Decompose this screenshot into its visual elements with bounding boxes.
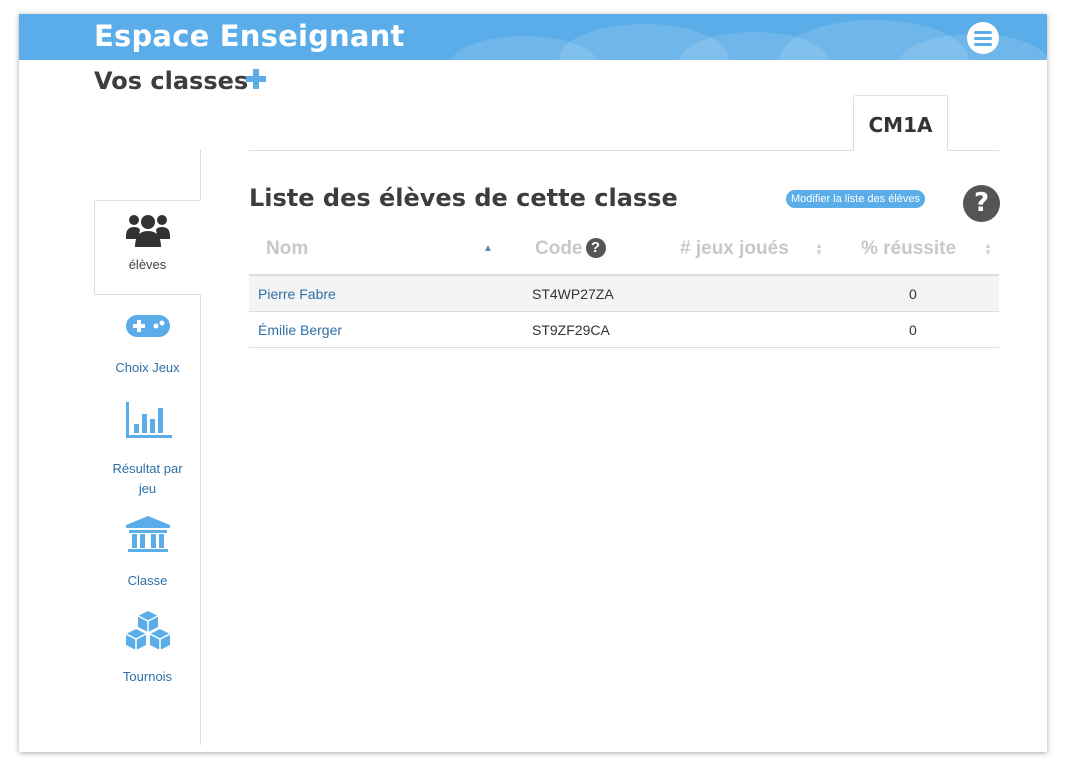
table-header: Nom ▲ Code? # jeux joués ▲ ▼ % réussite ▲…	[249, 233, 999, 276]
sort-ascending-icon[interactable]: ▲	[483, 243, 493, 254]
app-window: Espace Enseignant Vos classes CM1A élève…	[19, 14, 1047, 752]
bar-chart-icon	[125, 402, 172, 438]
student-success-rate: 0	[909, 322, 917, 338]
institution-icon	[125, 516, 170, 552]
student-code: ST4WP27ZA	[532, 286, 614, 302]
sidebar-item-label: Tournois	[122, 669, 173, 684]
sidebar-item-classe[interactable]: Classe	[94, 515, 201, 591]
sidebar-item-tournois[interactable]: Tournois	[94, 609, 201, 687]
cubes-icon	[125, 611, 170, 650]
sidebar-item-eleves[interactable]: élèves	[94, 200, 201, 295]
sidebar-item-label: Classe	[127, 573, 168, 588]
student-name-link[interactable]: Pierre Fabre	[258, 286, 336, 302]
student-success-rate: 0	[909, 286, 917, 302]
sidebar-item-label: Choix Jeux	[115, 360, 180, 375]
users-icon	[125, 215, 170, 247]
column-header-label: Code	[535, 238, 583, 259]
classes-heading: Vos classes	[94, 67, 249, 95]
sidebar-item-label: Résultat par jeu	[112, 461, 183, 496]
header-bar: Espace Enseignant	[19, 14, 1047, 60]
question-circle-icon[interactable]: ?	[585, 238, 606, 258]
column-header-reussite[interactable]: % réussite	[861, 238, 956, 260]
column-header-jeux-joues[interactable]: # jeux joués	[680, 238, 789, 260]
tab-class-cm1a[interactable]: CM1A	[853, 95, 948, 151]
sidebar-item-resultat-par-jeu[interactable]: Résultat par jeu	[94, 400, 201, 499]
hamburger-menu-icon[interactable]	[967, 22, 999, 54]
column-header-code[interactable]: Code?	[535, 238, 606, 260]
student-list-title: Liste des élèves de cette classe	[249, 184, 678, 212]
sidebar-item-choix-jeux[interactable]: Choix Jeux	[94, 311, 201, 378]
sort-icon[interactable]: ▲ ▼	[815, 242, 823, 257]
gamepad-icon	[125, 315, 170, 337]
app-title: Espace Enseignant	[94, 19, 405, 53]
table-row: Émilie Berger ST9ZF29CA 0	[249, 312, 999, 348]
table-row: Pierre Fabre ST4WP27ZA 0	[249, 276, 999, 312]
column-header-nom[interactable]: Nom	[266, 238, 308, 260]
edit-student-list-button[interactable]: Modifier la liste des élèves	[786, 190, 926, 208]
student-name-link[interactable]: Émilie Berger	[258, 322, 342, 338]
student-code: ST9ZF29CA	[532, 322, 610, 338]
sidebar-divider	[200, 150, 201, 200]
sidebar-item-label: élèves	[128, 257, 167, 272]
sort-icon[interactable]: ▲ ▼	[984, 242, 992, 257]
question-circle-icon[interactable]: ?	[963, 185, 1000, 222]
plus-icon[interactable]	[244, 67, 268, 91]
